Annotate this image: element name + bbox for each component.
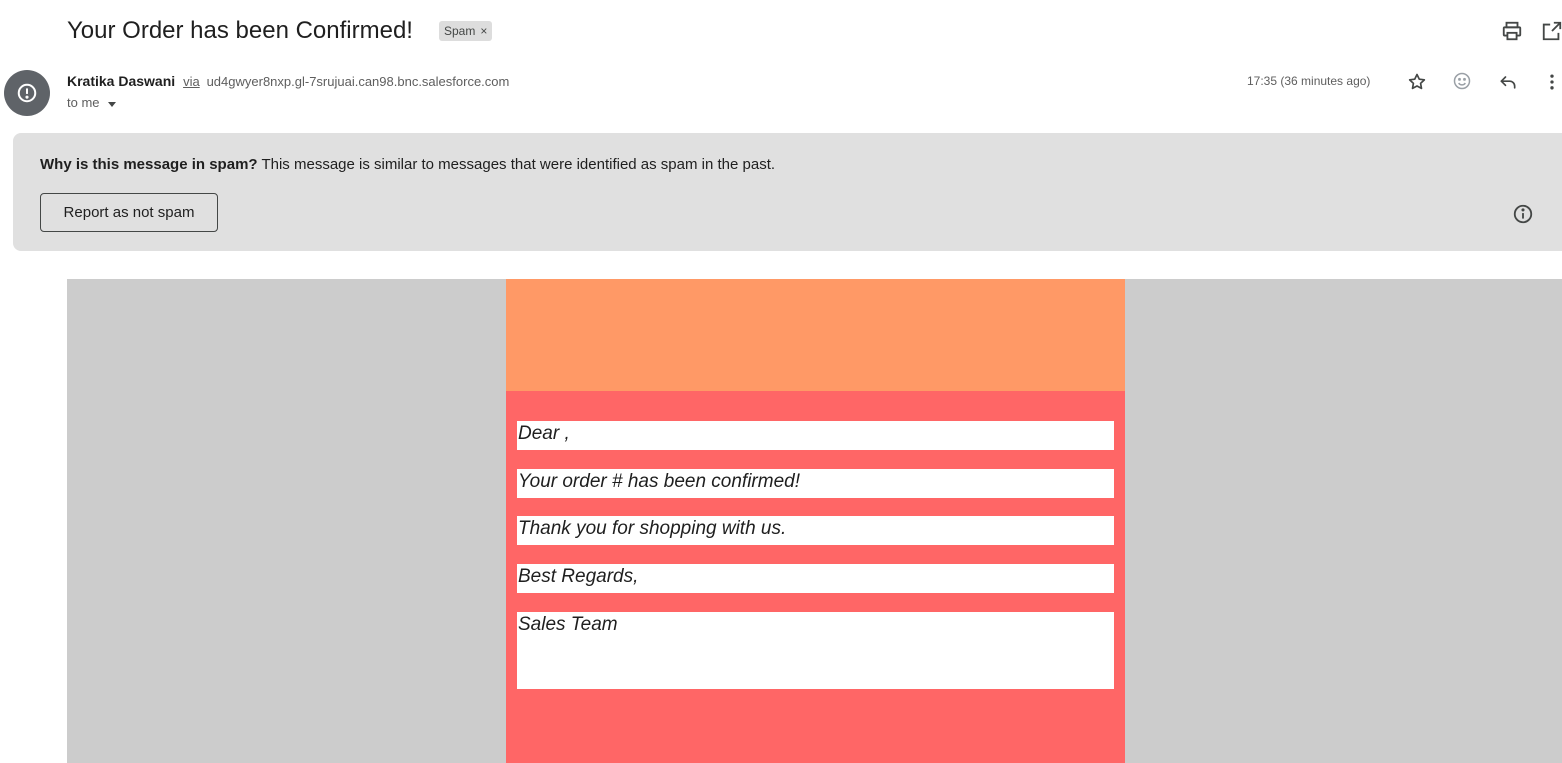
- email-header-band: [506, 279, 1125, 391]
- email-body-card: Dear , Your order # has been confirmed! …: [506, 279, 1125, 763]
- print-icon[interactable]: [1501, 20, 1523, 42]
- body-line-thank-you: Thank you for shopping with us.: [517, 516, 1114, 545]
- sender-line: Kratika Daswani via ud4gwyer8nxp.gl-7sru…: [67, 72, 509, 91]
- open-in-new-window-icon[interactable]: [1541, 20, 1562, 42]
- info-icon[interactable]: [1512, 203, 1534, 225]
- spam-question: Why is this message in spam?: [40, 156, 258, 173]
- body-line-sign-off: Best Regards,: [517, 564, 1114, 593]
- body-line-order-confirmed: Your order # has been confirmed!: [517, 469, 1114, 498]
- spam-warning-banner: Why is this message in spam? This messag…: [13, 133, 1562, 251]
- star-icon[interactable]: [1407, 72, 1427, 92]
- body-line-signature: Sales Team: [517, 612, 1114, 689]
- recipient-text: to me: [67, 95, 100, 110]
- sender-avatar: [4, 70, 50, 116]
- spam-label-text: Spam: [444, 24, 476, 38]
- spam-reason: This message is similar to messages that…: [257, 156, 776, 173]
- spam-label-chip[interactable]: Spam ×: [439, 21, 493, 41]
- emoji-reaction-icon[interactable]: [1452, 71, 1472, 91]
- via-link[interactable]: via: [183, 74, 200, 89]
- more-vertical-icon[interactable]: [1542, 72, 1562, 92]
- report-not-spam-button[interactable]: Report as not spam: [40, 193, 218, 232]
- email-timestamp: 17:35 (36 minutes ago): [1247, 74, 1371, 88]
- reply-icon[interactable]: [1498, 72, 1518, 92]
- via-domain: ud4gwyer8nxp.gl-7srujuai.can98.bnc.sales…: [206, 74, 510, 89]
- chevron-down-icon[interactable]: [107, 101, 116, 107]
- spam-warning-icon: [17, 83, 37, 103]
- sender-name[interactable]: Kratika Daswani: [67, 73, 175, 89]
- email-subject: Your Order has been Confirmed!: [67, 17, 413, 44]
- body-line-greeting: Dear ,: [517, 421, 1114, 450]
- recipient-details-toggle[interactable]: to me: [67, 95, 116, 111]
- remove-label-icon[interactable]: ×: [480, 21, 487, 41]
- spam-explanation: Why is this message in spam? This messag…: [40, 156, 775, 174]
